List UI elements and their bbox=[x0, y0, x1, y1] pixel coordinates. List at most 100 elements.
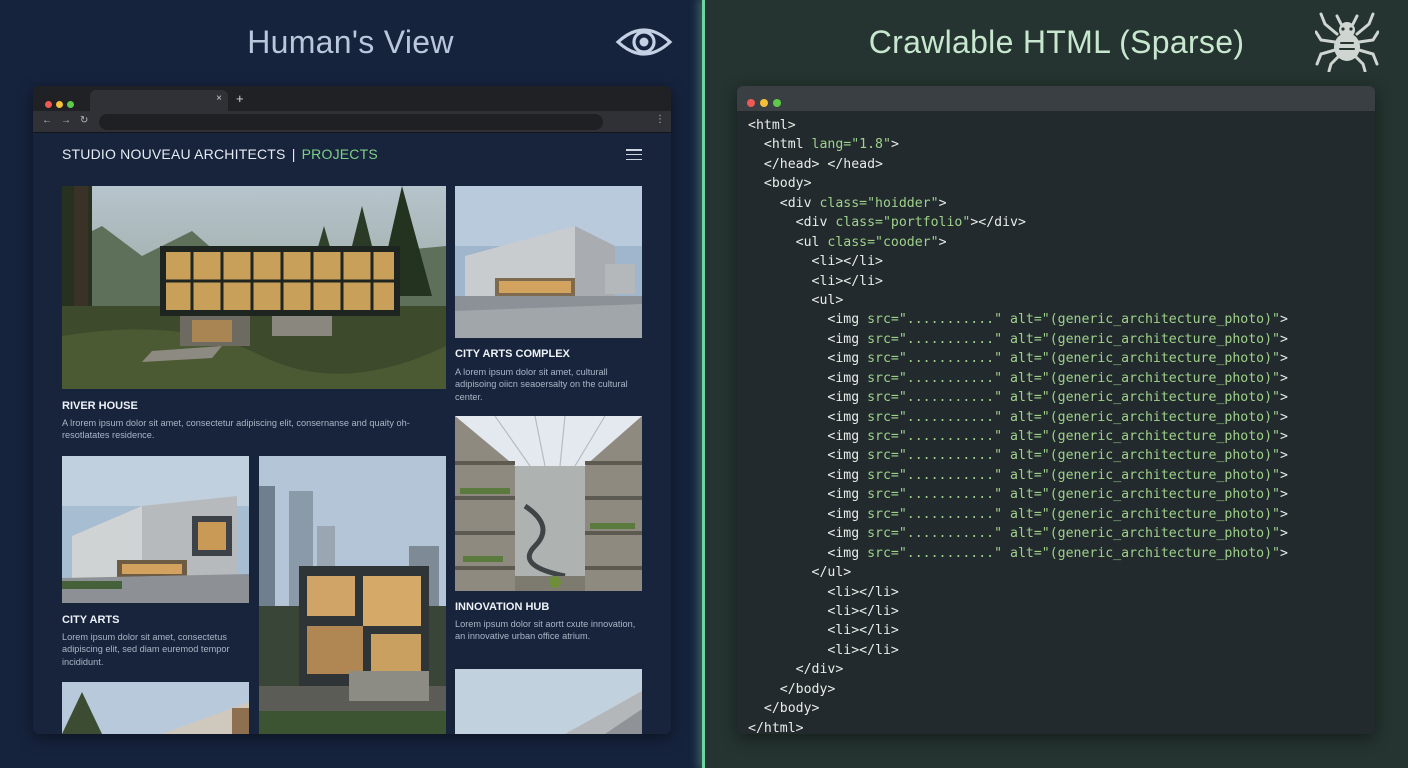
code-tag: > bbox=[1279, 429, 1288, 444]
code-tag: <img bbox=[748, 526, 868, 542]
project-title[interactable]: CITY ARTS bbox=[62, 614, 119, 626]
city-arts-photo[interactable] bbox=[62, 456, 249, 603]
code-tag: <div bbox=[748, 215, 836, 231]
code-tag: ></div> bbox=[970, 215, 1026, 231]
code-line: <img src="..........." alt="(generic_arc… bbox=[748, 427, 1288, 446]
code-attribute: src="..........." alt="(generic_architec… bbox=[867, 448, 1280, 464]
code-tag: </html> bbox=[748, 720, 804, 734]
code-line: <img src="..........." alt="(generic_arc… bbox=[748, 408, 1288, 427]
brand-section: PROJECTS bbox=[301, 146, 378, 162]
browser-tab[interactable]: × bbox=[90, 90, 228, 111]
code-line: <li></li> bbox=[748, 272, 1288, 291]
code-attribute: lang="1.8" bbox=[811, 137, 891, 153]
code-line: </body> bbox=[748, 699, 1288, 718]
project-description: A lrorem ipsum dolor sit amet, consectet… bbox=[62, 418, 410, 441]
code-line: </body> bbox=[748, 680, 1288, 699]
forward-icon[interactable]: → bbox=[61, 115, 71, 126]
code-tag: </head> </head> bbox=[748, 156, 883, 172]
code-tag: <body> bbox=[748, 176, 812, 192]
new-tab-icon[interactable]: + bbox=[236, 91, 244, 106]
close-tab-icon[interactable]: × bbox=[216, 93, 222, 104]
code-attribute: src="..........." alt="(generic_architec… bbox=[867, 487, 1280, 503]
code-line: </div> bbox=[748, 660, 1288, 679]
code-tag: <img bbox=[748, 448, 868, 464]
code-attribute: src="..........." alt="(generic_architec… bbox=[867, 467, 1280, 483]
code-tag: <div bbox=[748, 195, 820, 211]
code-tag: > bbox=[938, 195, 947, 211]
close-window-dot[interactable] bbox=[747, 99, 755, 107]
html-source-code: <html> <html lang="1.8" > </head> </head>… bbox=[748, 116, 1288, 734]
maximize-window-dot[interactable] bbox=[773, 99, 781, 107]
code-line: </head> </head> bbox=[748, 155, 1288, 174]
close-window-dot[interactable] bbox=[45, 101, 52, 108]
reload-icon[interactable]: ↻ bbox=[80, 115, 88, 126]
code-line: <ul> bbox=[748, 291, 1288, 310]
code-window: <html> <html lang="1.8" > </head> </head>… bbox=[737, 86, 1375, 734]
urban-residence-photo[interactable] bbox=[259, 456, 446, 734]
code-line: <li></li> bbox=[748, 621, 1288, 640]
code-attribute: src="..........." alt="(generic_architec… bbox=[867, 331, 1280, 347]
river-house-photo[interactable] bbox=[62, 186, 446, 389]
code-tag: <img bbox=[748, 506, 868, 522]
crawlable-html-title: Crawlable HTML (Sparse) bbox=[868, 24, 1245, 60]
code-tag: <img bbox=[748, 390, 868, 406]
maximize-window-dot[interactable] bbox=[67, 101, 74, 108]
minimize-window-dot[interactable] bbox=[760, 99, 768, 107]
site-header: STUDIO NOUVEAU ARCHITECTS | PROJECTS bbox=[33, 133, 671, 178]
project-title[interactable]: INNOVATION HUB bbox=[455, 601, 549, 613]
code-tag: > bbox=[1279, 545, 1288, 561]
code-tag: </ul> bbox=[748, 565, 852, 581]
code-line: <img src="..........." alt="(generic_arc… bbox=[748, 369, 1288, 388]
code-line: <html> bbox=[748, 116, 1288, 135]
code-line: <img src="..........." alt="(generic_arc… bbox=[748, 330, 1288, 349]
code-line: <img src="..........." alt="(generic_arc… bbox=[748, 446, 1288, 465]
code-attribute: class="portfolio" bbox=[835, 215, 971, 231]
code-tag: > bbox=[1279, 351, 1288, 367]
code-line: </ul> bbox=[748, 563, 1288, 582]
city-arts-complex-photo[interactable] bbox=[455, 186, 642, 338]
code-tag: > bbox=[1279, 467, 1288, 483]
code-line: <img src="..........." alt="(generic_arc… bbox=[748, 505, 1288, 524]
code-line: <li></li> bbox=[748, 583, 1288, 602]
code-tag: > bbox=[1279, 312, 1288, 328]
project-title[interactable]: CITY ARTS COMPLEX bbox=[455, 348, 570, 360]
project-photo-partial[interactable] bbox=[62, 682, 249, 734]
url-input[interactable] bbox=[99, 114, 603, 130]
code-attribute: src="..........." alt="(generic_architec… bbox=[867, 390, 1280, 406]
code-tag: > bbox=[1279, 409, 1288, 425]
code-attribute: src="..........." alt="(generic_architec… bbox=[867, 545, 1280, 561]
browser-tab-bar: × + bbox=[33, 86, 671, 111]
code-attribute: class="hoidder" bbox=[819, 195, 939, 211]
innovation-hub-photo[interactable] bbox=[455, 416, 642, 591]
code-tag: <img bbox=[748, 370, 868, 386]
code-line: <img src="..........." alt="(generic_arc… bbox=[748, 524, 1288, 543]
code-attribute: class="cooder" bbox=[827, 234, 939, 250]
code-attribute: src="..........." alt="(generic_architec… bbox=[867, 506, 1280, 522]
code-tag: <img bbox=[748, 429, 868, 444]
code-line: </html> bbox=[748, 719, 1288, 734]
code-tag: > bbox=[1279, 370, 1288, 386]
eye-icon bbox=[615, 28, 673, 56]
project-photo-partial[interactable] bbox=[455, 669, 642, 734]
back-icon[interactable]: ← bbox=[42, 115, 52, 126]
code-tag: </body> bbox=[748, 681, 836, 697]
window-controls bbox=[747, 94, 786, 112]
code-tag: > bbox=[1279, 331, 1288, 347]
brand-name: STUDIO NOUVEAU ARCHITECTS bbox=[62, 146, 286, 162]
code-line: <li></li> bbox=[748, 602, 1288, 621]
spider-icon bbox=[1315, 12, 1379, 72]
minimize-window-dot[interactable] bbox=[56, 101, 63, 108]
site-brand[interactable]: STUDIO NOUVEAU ARCHITECTS | PROJECTS bbox=[62, 146, 378, 162]
browser-menu-icon[interactable]: ⋮ bbox=[655, 114, 665, 125]
code-attribute: src="..........." alt="(generic_architec… bbox=[867, 370, 1280, 386]
code-line: <img src="..........." alt="(generic_arc… bbox=[748, 466, 1288, 485]
code-tag: > bbox=[1279, 487, 1288, 503]
project-title[interactable]: RIVER HOUSE bbox=[62, 400, 138, 412]
code-tag: <html bbox=[748, 137, 812, 153]
hamburger-icon[interactable] bbox=[626, 149, 642, 161]
code-line: <div class="hoidder"> bbox=[748, 194, 1288, 213]
code-attribute: src="..........." alt="(generic_architec… bbox=[867, 526, 1280, 542]
code-tag: <img bbox=[748, 312, 868, 328]
crawlable-html-panel: Crawlable HTML (Sparse) <html> <html lan… bbox=[705, 0, 1408, 768]
code-attribute: src="..........." alt="(generic_architec… bbox=[867, 409, 1280, 425]
